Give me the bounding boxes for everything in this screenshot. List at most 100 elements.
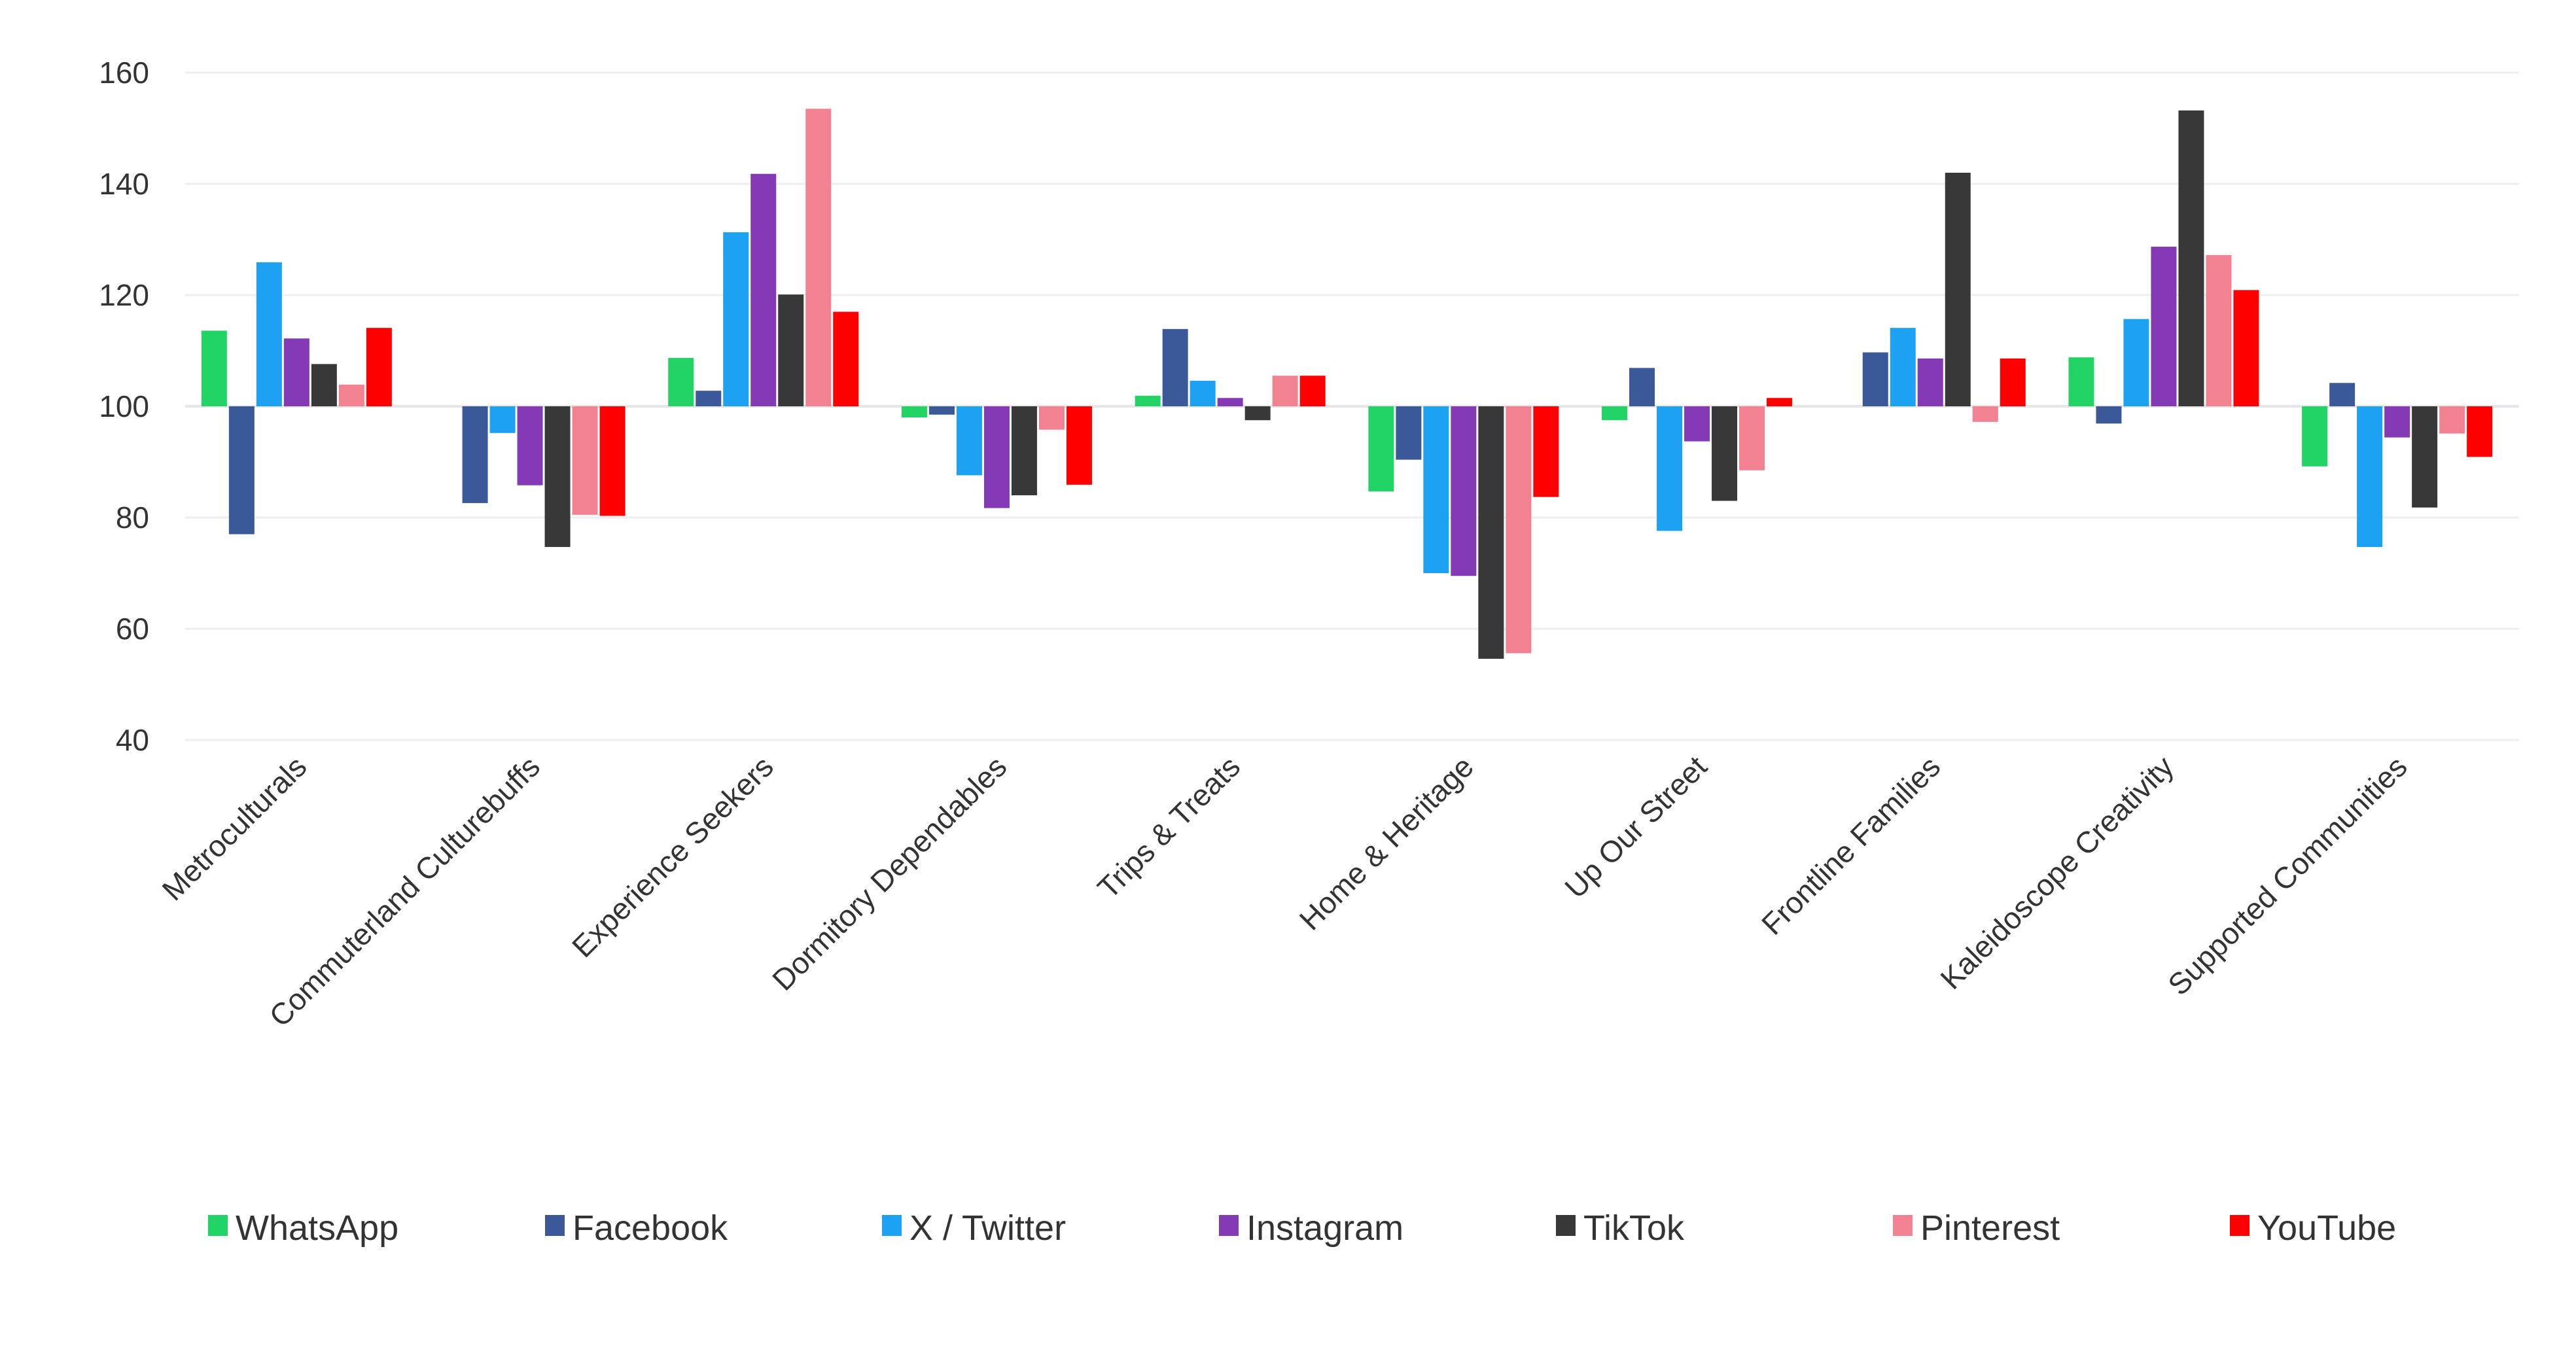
bar-instagram[interactable] (2384, 406, 2410, 438)
bar-pinterest[interactable] (1272, 376, 1298, 406)
bar-pinterest[interactable] (1506, 406, 1532, 654)
legend-swatch (882, 1215, 902, 1236)
x-category-label: Trips & Treats (1091, 749, 1246, 905)
bar-instagram[interactable] (1917, 358, 1943, 406)
legend-item[interactable]: Pinterest (1893, 1208, 2060, 1248)
bar-pinterest[interactable] (2439, 406, 2465, 434)
bar-tiktok[interactable] (311, 364, 337, 406)
x-category-label: Dormitory Dependables (766, 749, 1013, 996)
bar-pinterest[interactable] (338, 384, 364, 406)
bar-facebook[interactable] (1162, 328, 1188, 406)
bar-whatsapp[interactable] (1135, 395, 1161, 406)
bar-instagram[interactable] (517, 406, 543, 485)
legend-item[interactable]: Facebook (545, 1208, 728, 1248)
legend-swatch (545, 1215, 565, 1236)
bar-group (1368, 406, 1559, 659)
bar-whatsapp[interactable] (201, 330, 227, 406)
legend-item[interactable]: Instagram (1219, 1208, 1403, 1248)
bar-chart: 40 60 80 100 120 140 160 MetroculturalsCommute… (99, 56, 2519, 1248)
y-tick-label: 40 (116, 723, 149, 757)
legend-item[interactable]: X / Twitter (882, 1208, 1066, 1248)
x-category-label: Frontline Families (1755, 749, 1947, 941)
x-category-label: Metroculturals (155, 749, 313, 907)
legend-label: Facebook (573, 1208, 728, 1248)
bar-pinterest[interactable] (1972, 406, 1998, 422)
x-category-label: Up Our Street (1558, 749, 1714, 905)
bar-tiktok[interactable] (778, 294, 804, 406)
bar-group (462, 406, 626, 548)
bar-whatsapp[interactable] (2302, 406, 2328, 466)
bar-pinterest[interactable] (805, 109, 832, 406)
bar-tiktok[interactable] (1244, 406, 1271, 421)
bar-tiktok[interactable] (1712, 406, 1738, 501)
legend-label: Pinterest (1920, 1208, 2060, 1248)
bar-x-twitter[interactable] (1190, 380, 1216, 406)
y-tick-label: 60 (116, 612, 149, 646)
bar-pinterest[interactable] (572, 406, 598, 515)
bar-whatsapp[interactable] (901, 406, 927, 417)
bar-pinterest[interactable] (2206, 255, 2232, 406)
bar-tiktok[interactable] (1945, 173, 1971, 406)
bar-youtube[interactable] (1066, 406, 1092, 485)
bar-x-twitter[interactable] (1890, 328, 1916, 406)
bar-x-twitter[interactable] (956, 406, 982, 476)
bar-facebook[interactable] (462, 406, 488, 503)
bar-instagram[interactable] (1684, 406, 1710, 442)
bar-x-twitter[interactable] (1423, 406, 1449, 573)
bar-group (1602, 368, 1793, 531)
bar-instagram[interactable] (1217, 398, 1243, 406)
bar-pinterest[interactable] (1038, 406, 1065, 430)
legend-item[interactable]: YouTube (2230, 1208, 2396, 1248)
bar-tiktok[interactable] (1478, 406, 1504, 659)
bar-facebook[interactable] (1862, 352, 1888, 406)
bar-whatsapp[interactable] (2068, 357, 2094, 406)
bar-whatsapp[interactable] (1602, 406, 1628, 421)
bar-x-twitter[interactable] (2357, 406, 2383, 548)
legend-label: YouTube (2257, 1208, 2396, 1248)
bar-facebook[interactable] (228, 406, 255, 535)
bar-facebook[interactable] (2096, 406, 2122, 424)
x-category-label: Experience Seekers (565, 749, 780, 964)
bar-x-twitter[interactable] (1657, 406, 1683, 531)
bar-tiktok[interactable] (544, 406, 571, 548)
bar-whatsapp[interactable] (1368, 406, 1394, 492)
bar-instagram[interactable] (2151, 247, 2177, 406)
bar-tiktok[interactable] (2178, 110, 2204, 407)
bar-pinterest[interactable] (1739, 406, 1765, 470)
bar-x-twitter[interactable] (489, 406, 516, 433)
bar-group (2068, 110, 2259, 424)
bar-youtube[interactable] (366, 328, 392, 406)
bar-facebook[interactable] (928, 406, 955, 415)
bar-facebook[interactable] (1629, 368, 1655, 406)
bars (201, 109, 2493, 659)
bar-facebook[interactable] (696, 391, 722, 406)
bar-youtube[interactable] (1533, 406, 1559, 497)
bar-youtube[interactable] (599, 406, 626, 516)
bar-youtube[interactable] (1299, 376, 1326, 406)
bar-tiktok[interactable] (2412, 406, 2438, 508)
bar-tiktok[interactable] (1011, 406, 1037, 495)
bar-instagram[interactable] (283, 338, 309, 406)
bar-instagram[interactable] (983, 406, 1010, 508)
legend-swatch (2230, 1215, 2250, 1236)
bar-youtube[interactable] (833, 311, 859, 407)
legend-swatch (1893, 1215, 1913, 1236)
legend-item[interactable]: WhatsApp (208, 1208, 398, 1248)
y-tick-label: 100 (99, 389, 149, 423)
bar-whatsapp[interactable] (668, 358, 694, 406)
legend-item[interactable]: TikTok (1556, 1208, 1685, 1248)
bar-youtube[interactable] (1767, 398, 1793, 406)
bar-youtube[interactable] (2467, 406, 2493, 457)
bar-facebook[interactable] (1396, 406, 1422, 460)
bar-youtube[interactable] (2233, 290, 2259, 406)
bar-x-twitter[interactable] (723, 232, 749, 406)
bar-x-twitter[interactable] (2123, 319, 2149, 406)
bar-x-twitter[interactable] (256, 262, 282, 406)
bar-instagram[interactable] (1451, 406, 1477, 576)
bar-facebook[interactable] (2329, 383, 2355, 406)
legend-swatch (208, 1215, 228, 1236)
y-tick-label: 80 (116, 501, 149, 535)
bar-instagram[interactable] (750, 173, 777, 406)
bar-youtube[interactable] (2000, 358, 2026, 406)
legend-label: WhatsApp (236, 1208, 398, 1248)
